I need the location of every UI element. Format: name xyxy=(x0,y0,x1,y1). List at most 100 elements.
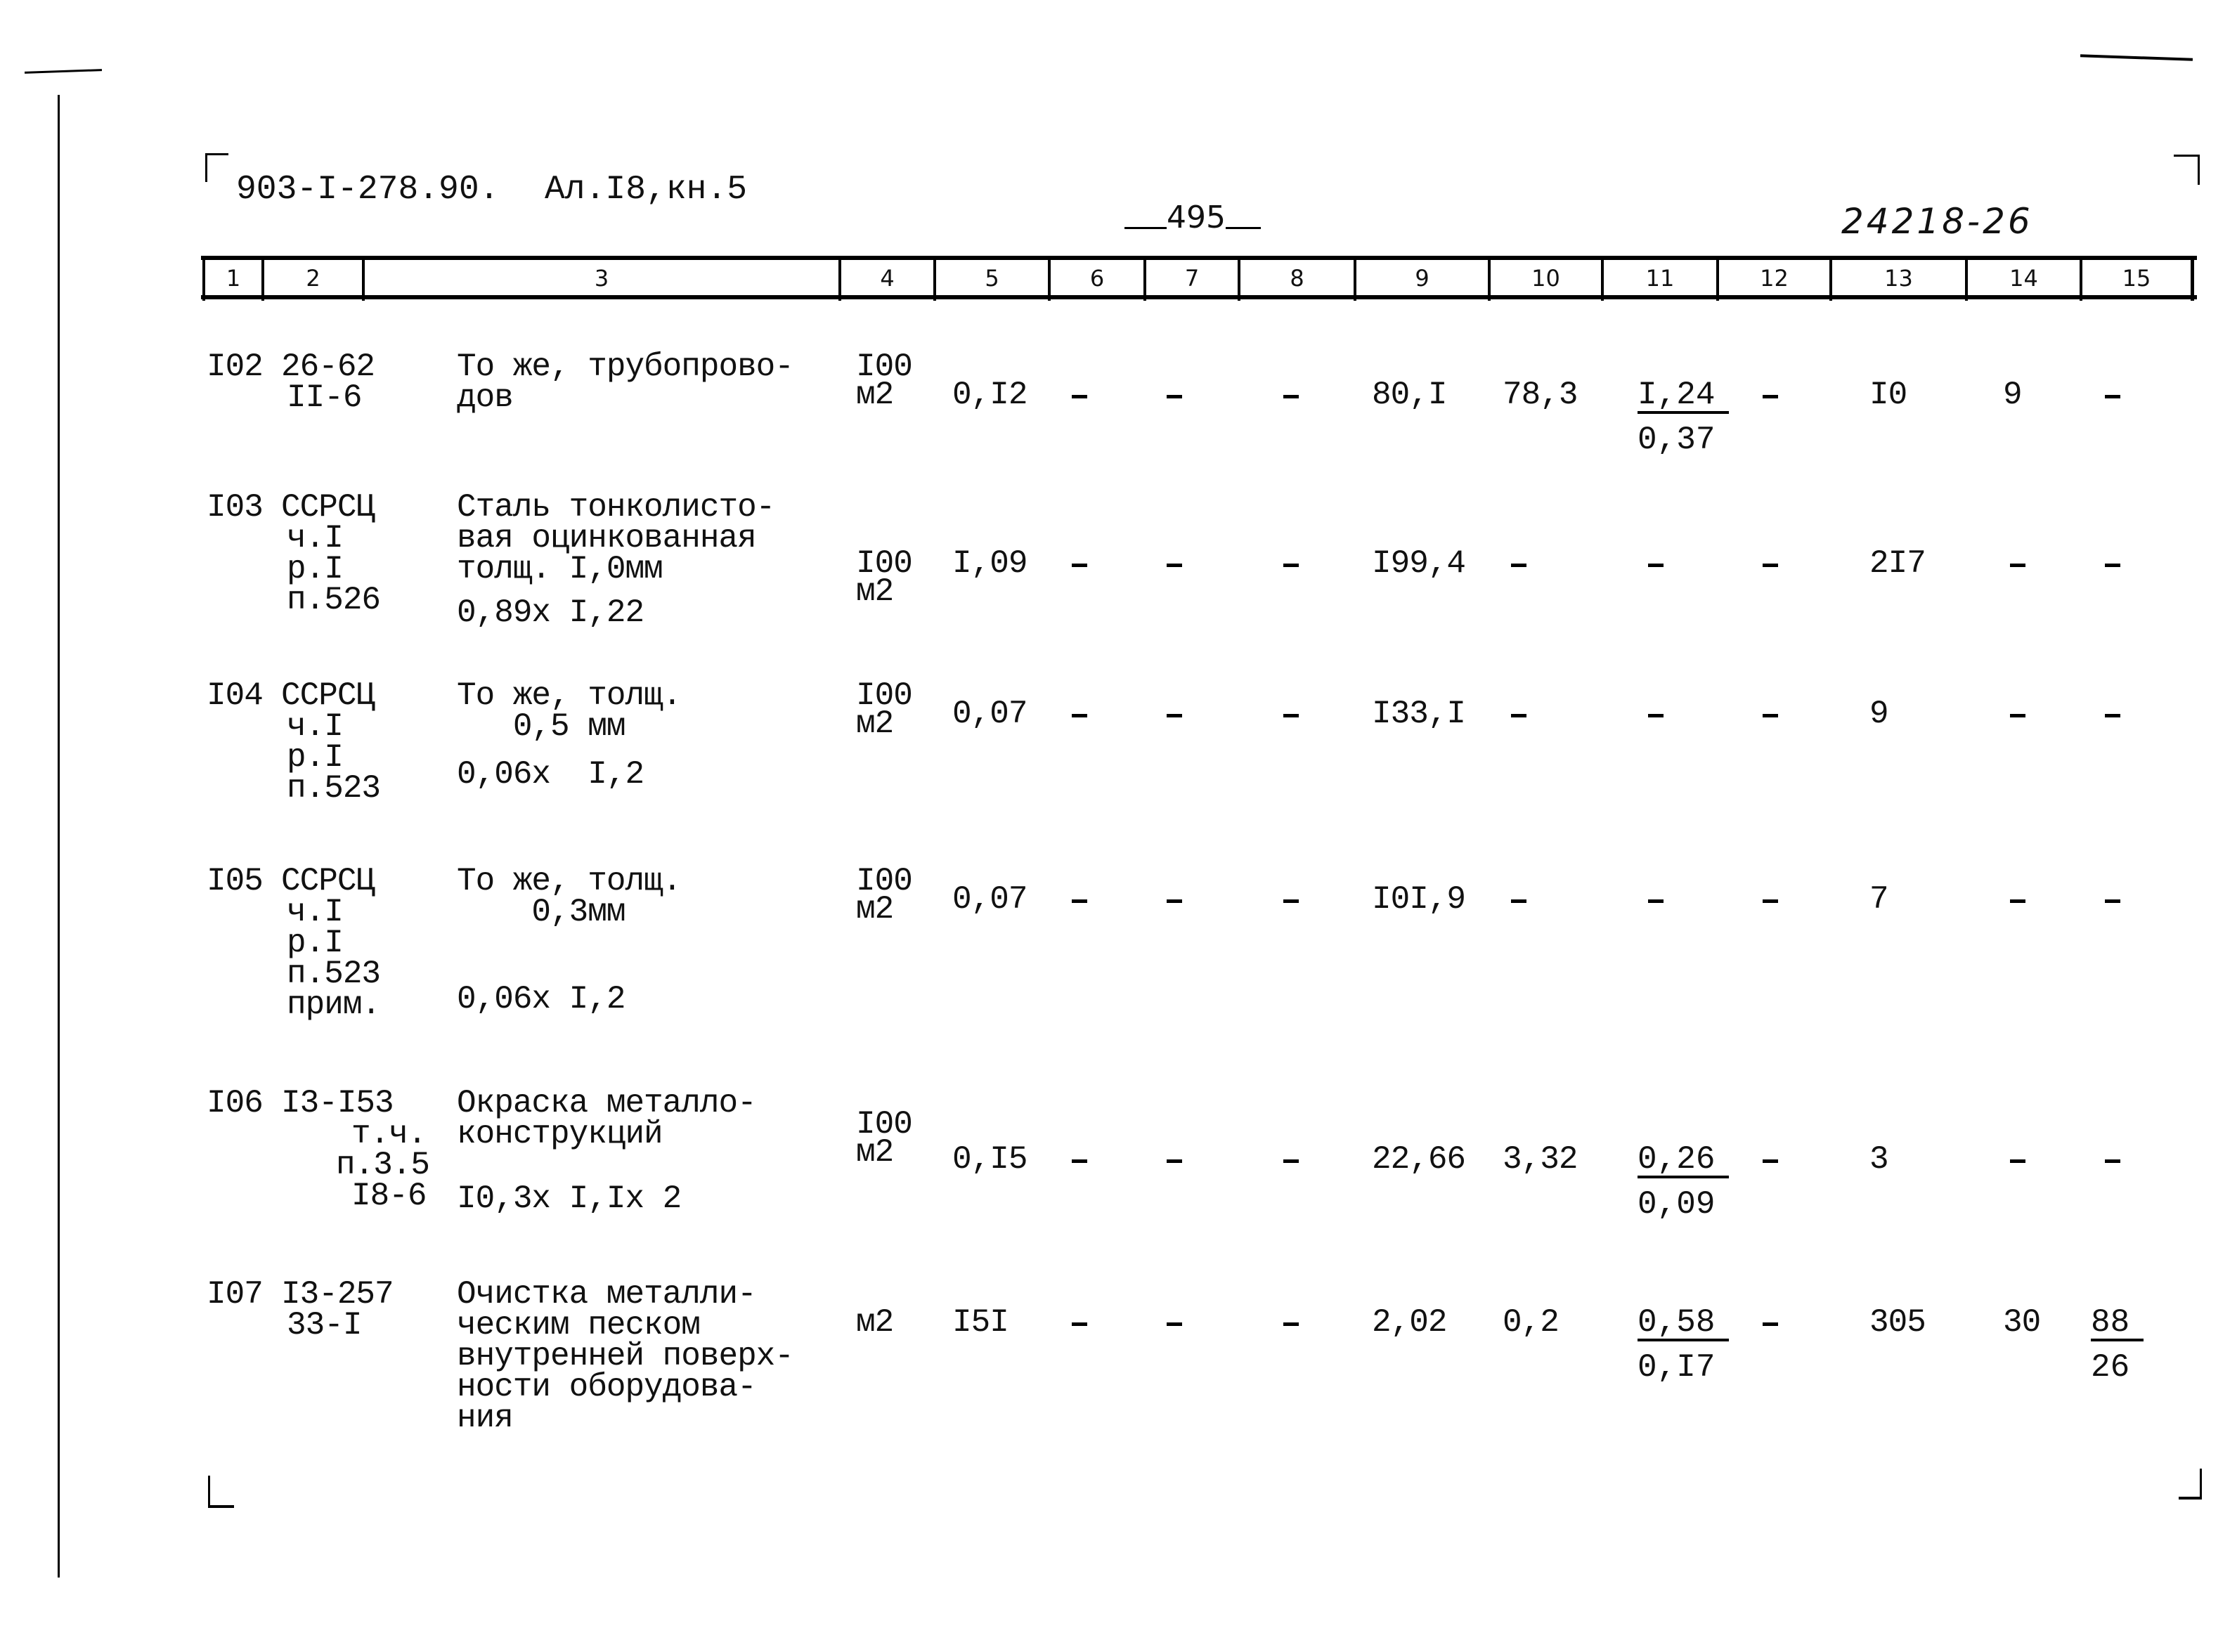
top-left-scan-edge xyxy=(24,69,103,74)
work-name-line: ния xyxy=(457,1400,514,1436)
cell-c6-empty-dash xyxy=(1072,564,1087,567)
fraction-denominator: 0,I7 xyxy=(1638,1349,1716,1386)
rate-code-line: ч.I xyxy=(287,708,344,745)
work-name-line: дов xyxy=(457,379,514,416)
cell-c11-empty-dash xyxy=(1648,714,1664,717)
fraction-numerator: 88 xyxy=(2091,1306,2144,1341)
unit-line: м2 xyxy=(856,1134,894,1171)
column-header-3: 3 xyxy=(362,256,838,301)
column-header-4: 4 xyxy=(838,256,933,301)
rate-code-line: прим. xyxy=(287,987,381,1023)
column-header-5: 5 xyxy=(933,256,1048,301)
column-header-9: 9 xyxy=(1354,256,1488,301)
cell-c10-empty-dash xyxy=(1511,714,1526,717)
cell-c7-empty-dash xyxy=(1167,714,1182,717)
cell-c9: I33,I xyxy=(1372,696,1466,732)
cell-c13: I0 xyxy=(1869,377,1907,413)
work-name-line: То же, толщ. xyxy=(457,863,682,899)
column-header-11: 11 xyxy=(1601,256,1716,301)
column-header-10: 10 xyxy=(1488,256,1601,301)
cell-c9: 2,02 xyxy=(1372,1304,1447,1341)
column-header-12: 12 xyxy=(1716,256,1829,301)
rate-code-line: II-6 xyxy=(287,379,362,416)
cell-c13: 2I7 xyxy=(1869,545,1926,582)
page-number-dash-left xyxy=(1124,227,1167,229)
cell-c10: 0,2 xyxy=(1503,1304,1560,1341)
rate-code-line: ССРСЦ xyxy=(281,863,375,899)
cell-c13: 7 xyxy=(1869,881,1889,918)
cell-c14-empty-dash xyxy=(2010,1159,2025,1163)
cell-c8-empty-dash xyxy=(1283,899,1299,903)
cell-qty: 0,I2 xyxy=(952,377,1027,413)
cell-c7-empty-dash xyxy=(1167,1159,1182,1163)
cell-qty: 0,I5 xyxy=(952,1141,1027,1178)
column-header-13: 13 xyxy=(1829,256,1965,301)
cell-c9: I99,4 xyxy=(1372,545,1466,582)
rate-code-line: п.526 xyxy=(287,582,381,618)
cell-c13: 9 xyxy=(1869,696,1889,732)
corner-mark-bottom-left xyxy=(208,1476,234,1508)
cell-c10: 3,32 xyxy=(1503,1141,1578,1178)
cell-c11-fraction: I,24 0,37 xyxy=(1638,372,1730,462)
cell-c15-empty-dash xyxy=(2105,395,2120,398)
cell-c12-empty-dash xyxy=(1763,564,1778,567)
work-name-line: толщ. I,0мм xyxy=(457,551,663,587)
quantity-formula: 0,06х I,2 xyxy=(457,981,625,1017)
cell-c7-empty-dash xyxy=(1167,1322,1182,1326)
cell-c11-fraction: 0,26 0,09 xyxy=(1638,1137,1730,1227)
unit-line: м2 xyxy=(856,891,894,928)
cell-c13: 305 xyxy=(1869,1304,1926,1341)
cell-qty: I,09 xyxy=(952,545,1027,582)
cell-c8-empty-dash xyxy=(1283,1322,1299,1326)
cell-c9: 80,I xyxy=(1372,377,1447,413)
cell-qty: I5I xyxy=(952,1304,1009,1341)
document-code: 903-I-278.90. xyxy=(236,171,500,209)
rate-code-line: т.ч. xyxy=(351,1116,427,1152)
cell-c12-empty-dash xyxy=(1763,714,1778,717)
column-header-15: 15 xyxy=(2080,256,2194,301)
rate-code-line: п.523 xyxy=(287,956,381,992)
page-number: 495 xyxy=(1124,202,1261,233)
work-name-line: Окраска металло- xyxy=(457,1085,757,1121)
column-header-1: 1 xyxy=(202,256,261,301)
cell-c6-empty-dash xyxy=(1072,1159,1087,1163)
row-number: I05 xyxy=(207,863,264,899)
work-name-line: ности оборудова- xyxy=(457,1369,757,1405)
work-name-line: Очистка металли- xyxy=(457,1276,757,1313)
cell-c8-empty-dash xyxy=(1283,564,1299,567)
cell-c8-empty-dash xyxy=(1283,1159,1299,1163)
cell-c14-empty-dash xyxy=(2010,714,2025,717)
row-number: I04 xyxy=(207,677,264,714)
cell-c6-empty-dash xyxy=(1072,899,1087,903)
page-number-value: 495 xyxy=(1167,200,1226,235)
cell-c10-empty-dash xyxy=(1511,564,1526,567)
cell-c15-fraction: 88 26 xyxy=(2091,1300,2144,1390)
rate-code-line: I3-257 xyxy=(281,1276,394,1313)
rate-code-line: п.3.5 xyxy=(336,1147,430,1183)
work-name-line: То же, трубопрово- xyxy=(457,349,794,385)
column-header-2: 2 xyxy=(261,256,362,301)
corner-mark-bottom-right xyxy=(2179,1469,2202,1500)
rate-code-line: п.523 xyxy=(287,770,381,807)
quantity-formula: 0,89х I,22 xyxy=(457,594,644,631)
cell-c12-empty-dash xyxy=(1763,1159,1778,1163)
fraction-numerator: 0,26 xyxy=(1638,1143,1730,1178)
quantity-formula: I0,3х I,Iх 2 xyxy=(457,1181,682,1217)
cell-c9: I0I,9 xyxy=(1372,881,1466,918)
unit-line: м2 xyxy=(856,573,894,610)
work-name-line: внутренней поверх- xyxy=(457,1338,794,1374)
row-number: I02 xyxy=(207,349,264,385)
rate-code-line: 26-62 xyxy=(281,349,375,385)
quantity-formula: 0,06х I,2 xyxy=(457,756,644,793)
rate-code-line: р.I xyxy=(287,925,344,961)
fraction-denominator: 0,09 xyxy=(1638,1186,1716,1223)
rate-code-line: ч.I xyxy=(287,894,344,930)
row-number: I03 xyxy=(207,489,264,526)
cell-c14: 30 xyxy=(2003,1304,2041,1341)
cell-qty: 0,07 xyxy=(952,881,1027,918)
cell-c7-empty-dash xyxy=(1167,395,1182,398)
work-name-line: конструкций xyxy=(457,1116,663,1152)
rate-code-line: р.I xyxy=(287,739,344,776)
work-name-line: То же, толщ. xyxy=(457,677,682,714)
unit-line: м2 xyxy=(856,1304,894,1341)
